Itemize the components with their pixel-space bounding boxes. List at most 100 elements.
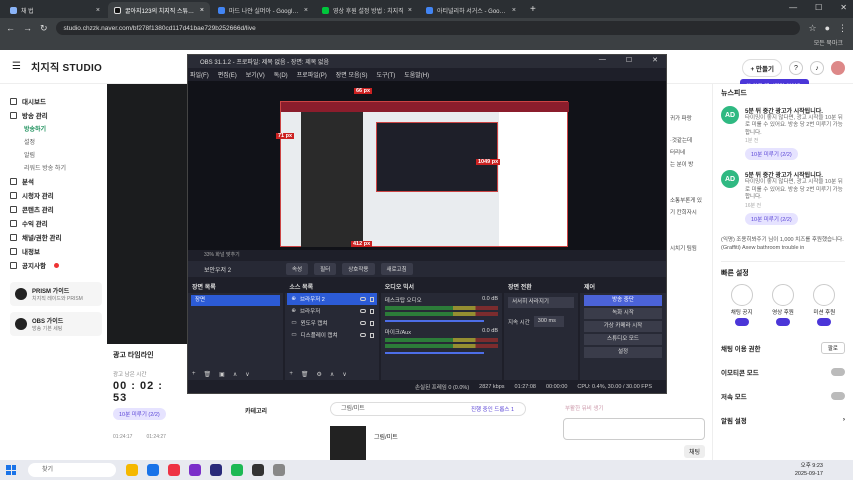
settings-taskbar-icon[interactable] xyxy=(273,464,285,476)
notification-bell-icon[interactable]: ♪ xyxy=(810,61,824,75)
chat-permission-select[interactable]: 팔로 xyxy=(820,341,845,354)
menu-docks[interactable]: 독(D) xyxy=(274,70,288,79)
start-virtual-camera-button[interactable]: 가상 카메라 시작 xyxy=(584,321,662,332)
preview-zoom[interactable]: 33% 화널 맞추기 xyxy=(188,250,666,260)
down-icon[interactable]: ∨ xyxy=(342,371,346,378)
scene-item[interactable]: 장면 xyxy=(191,295,281,306)
close-icon[interactable]: × xyxy=(200,7,204,14)
menu-view[interactable]: 보기(V) xyxy=(246,70,265,79)
interact-button[interactable]: 상호작용 xyxy=(342,263,375,275)
app-icon[interactable] xyxy=(189,464,201,476)
menu-edit[interactable]: 편집(E) xyxy=(218,70,237,79)
hamburger-menu-icon[interactable]: ☰ xyxy=(12,61,21,72)
minimize-icon[interactable]: — xyxy=(599,56,606,64)
duration-input[interactable]: 300 ms xyxy=(533,316,564,327)
obs-guide-card[interactable]: OBS 가이드 방송 기본 세팅 xyxy=(10,312,102,336)
chat-send-button[interactable]: 채팅 xyxy=(684,445,706,458)
obs-preview-canvas[interactable]: 66 px 71 px 1049 px 412 px xyxy=(188,81,666,250)
settings-button[interactable]: 설정 xyxy=(584,347,662,358)
delay-ad-button[interactable]: 10분 미루기 (2/2) xyxy=(113,408,166,420)
sidebar-item-analytics[interactable]: 분석 xyxy=(10,174,107,188)
menu-scene-collection[interactable]: 장면 모음(S) xyxy=(336,70,368,79)
transition-select[interactable]: 서서히 사라지기 xyxy=(508,297,574,308)
menu-help[interactable]: 도움말(H) xyxy=(404,70,429,79)
quick-video-donation[interactable]: 영상 후원 xyxy=(771,283,794,326)
chrome-icon[interactable] xyxy=(168,464,180,476)
sidebar-item-revenue[interactable]: 수익 관리 xyxy=(10,216,107,230)
menu-tools[interactable]: 도구(T) xyxy=(377,70,396,79)
source-item[interactable]: ▭ 윈도우 캡쳐 xyxy=(287,317,376,329)
lock-icon[interactable] xyxy=(369,296,374,302)
sidebar-item-notice[interactable]: 공지사항 xyxy=(10,258,107,272)
up-icon[interactable]: ∧ xyxy=(233,371,237,378)
close-icon[interactable]: × xyxy=(96,7,100,14)
file-explorer-icon[interactable] xyxy=(126,464,138,476)
help-icon[interactable]: ? xyxy=(789,61,803,75)
toggle-switch[interactable] xyxy=(831,367,845,376)
browser-tab[interactable]: 마드 나얀 실머아 - Google 검 × xyxy=(212,2,314,18)
spotify-icon[interactable] xyxy=(231,464,243,476)
volume-slider[interactable] xyxy=(384,352,485,354)
edge-icon[interactable] xyxy=(147,464,159,476)
sidebar-sub-alerts[interactable]: 알림 xyxy=(10,148,107,161)
all-bookmarks[interactable]: 모든 북마크 xyxy=(814,41,843,47)
trash-icon[interactable]: 🗑 xyxy=(204,371,212,378)
source-item[interactable]: ⊕ 브라우저 2 xyxy=(287,293,377,305)
properties-button[interactable]: 속성 xyxy=(286,263,309,275)
source-item[interactable]: ⊕ 브라우저 xyxy=(287,305,376,317)
minimize-icon[interactable]: — xyxy=(789,3,797,12)
close-icon[interactable]: × xyxy=(304,7,308,14)
taskbar-clock[interactable]: 오후 9:23 2025-09-17 xyxy=(795,462,823,478)
close-icon[interactable]: × xyxy=(408,7,412,14)
sidebar-item-viewers[interactable]: 시청자 관리 xyxy=(10,188,107,202)
sidebar-item-content[interactable]: 콘텐츠 관리 xyxy=(10,202,107,216)
maximize-icon[interactable]: ☐ xyxy=(815,3,822,12)
source-item[interactable]: ▭ 디스플레이 캡쳐 xyxy=(287,329,376,341)
close-icon[interactable]: ✕ xyxy=(652,56,658,64)
reload-icon[interactable]: ↻ xyxy=(40,23,48,34)
new-tab-icon[interactable]: + xyxy=(530,4,536,15)
sidebar-sub-go-live[interactable]: 방송하기 xyxy=(10,122,107,135)
studio-logo[interactable]: 치지직 STUDIO xyxy=(31,59,102,74)
toggle-switch[interactable] xyxy=(734,317,749,326)
alert-settings-row[interactable]: 알림 설정 › xyxy=(721,408,845,432)
avatar[interactable] xyxy=(831,61,845,75)
back-icon[interactable]: ← xyxy=(6,23,15,33)
eye-icon[interactable] xyxy=(359,297,366,301)
browser-tab[interactable]: 아티널리하 서거스 - Google 검 × xyxy=(420,2,522,18)
maximize-icon[interactable]: ☐ xyxy=(626,56,632,64)
browser-tab[interactable]: 채 법 × xyxy=(4,2,106,18)
close-window-icon[interactable]: ✕ xyxy=(840,3,847,12)
lock-icon[interactable] xyxy=(369,332,374,338)
obs-taskbar-icon[interactable] xyxy=(252,464,264,476)
star-icon[interactable]: ☆ xyxy=(808,23,816,34)
eye-icon[interactable] xyxy=(359,309,366,313)
premiere-icon[interactable] xyxy=(210,464,222,476)
start-recording-button[interactable]: 녹화 시작 xyxy=(584,308,662,319)
toggle-switch[interactable] xyxy=(817,317,832,326)
settings-icon[interactable]: ⚙ xyxy=(317,371,322,378)
studio-mode-button[interactable]: 스튜디오 모드 xyxy=(584,334,662,345)
sidebar-item-dashboard[interactable]: 대시보드 xyxy=(10,94,107,108)
sidebar-item-channel[interactable]: 채널/권한 관리 xyxy=(10,230,107,244)
menu-dots-icon[interactable]: ⋮ xyxy=(838,23,847,34)
menu-file[interactable]: 파일(F) xyxy=(190,70,209,79)
preview-browser-source[interactable] xyxy=(280,101,569,247)
close-icon[interactable]: × xyxy=(512,7,516,14)
browser-tab-active[interactable]: 꿀아지123의 치지직 스튜디오 × xyxy=(108,2,210,18)
menu-profile[interactable]: 프로파일(P) xyxy=(297,70,327,79)
trash-icon[interactable]: 🗑 xyxy=(301,371,309,378)
quick-mission-donation[interactable]: 미션 후원 xyxy=(813,283,836,326)
settings-icon[interactable]: ▣ xyxy=(219,371,225,378)
sidebar-item-myinfo[interactable]: 내정보 xyxy=(10,244,107,258)
forward-icon[interactable]: → xyxy=(23,23,32,33)
down-icon[interactable]: ∨ xyxy=(245,371,249,378)
prism-guide-card[interactable]: PRISM 가이드 치지직 레이드와 PRISM xyxy=(10,282,102,306)
profile-icon[interactable]: ● xyxy=(825,23,830,33)
delay-ad-button[interactable]: 10분 미루기 (2/2) xyxy=(745,148,798,161)
chat-input[interactable] xyxy=(563,418,705,440)
sidebar-sub-settings[interactable]: 설정 xyxy=(10,135,107,148)
filters-button[interactable]: 필터 xyxy=(314,263,337,275)
browser-tab[interactable]: 영상 후원 설정 방법 : 치지직 × xyxy=(316,2,418,18)
eye-icon[interactable] xyxy=(359,333,366,337)
